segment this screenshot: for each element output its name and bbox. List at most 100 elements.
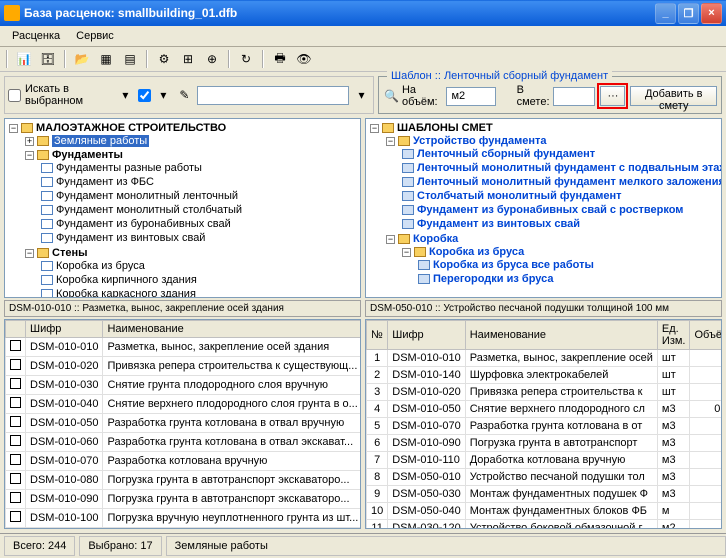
table-row[interactable]: DSM-010-100Погрузка вручную неуплотненно… [6,509,362,528]
table-row[interactable]: 2DSM-010-140Шурфовка электрокабелейшт [367,367,723,384]
menu-service[interactable]: Сервис [68,28,122,44]
add-to-estimate-button[interactable]: Добавить в смету [630,86,717,106]
tree-toggle[interactable]: − [386,137,395,146]
col-code[interactable]: Шифр [26,321,103,338]
col-vol[interactable]: Объём [690,321,722,350]
search-in-selected-checkbox[interactable] [8,89,21,102]
table-row[interactable]: DSM-010-050Разработка грунта котлована в… [6,414,362,433]
tree-item[interactable]: Фундамент из буронабивных свай с роствер… [417,204,683,216]
tree-toggle[interactable]: − [25,249,34,258]
table-row[interactable]: DSM-010-110Доработка котлована вручную [6,528,362,530]
find-icon[interactable]: 🔍 [383,86,400,106]
folder-open-icon[interactable]: 📂 [72,49,92,69]
table-row[interactable]: DSM-010-010Разметка, вынос, закрепление … [6,338,362,357]
left-tree[interactable]: −МАЛОЭТАЖНОЕ СТРОИТЕЛЬСТВО +Земляные раб… [4,118,361,298]
minimize-button[interactable]: _ [655,3,676,24]
tree-item[interactable]: Ленточный сборный фундамент [417,148,595,160]
row-checkbox[interactable] [10,340,21,351]
row-checkbox[interactable] [10,435,21,446]
copy-icon[interactable]: ⊞ [178,49,198,69]
wand-icon[interactable]: ✎ [176,85,193,105]
print-icon[interactable]: 🖶 [270,49,290,69]
search-input[interactable] [197,86,349,105]
tree-item[interactable]: Фундаменты разные работы [56,162,202,174]
table-row[interactable]: DSM-010-060Разработка грунта котлована в… [6,433,362,452]
tree-item[interactable]: Фундамент монолитный столбчатый [56,204,242,216]
table-row[interactable]: 8DSM-050-010Устройство песчаной подушки … [367,469,723,486]
tree-item[interactable]: Ленточный монолитный фундамент мелкого з… [417,176,722,188]
maximize-button[interactable]: ❐ [678,3,699,24]
estimate-input[interactable] [553,87,595,106]
close-button[interactable]: × [701,3,722,24]
table-row[interactable]: 9DSM-050-030Монтаж фундаментных подушек … [367,486,723,503]
tree-toggle[interactable]: + [25,137,34,146]
table-row[interactable]: DSM-010-030Снятие грунта плодородного сл… [6,376,362,395]
tree-item[interactable]: Фундамент монолитный ленточный [56,190,238,202]
col-num[interactable]: № [367,321,388,350]
row-checkbox[interactable] [10,511,21,522]
tree-toggle[interactable]: − [25,151,34,160]
table-row[interactable]: 10DSM-050-040Монтаж фундаментных блоков … [367,503,723,520]
add-icon[interactable]: ⊕ [202,49,222,69]
tree-item[interactable]: Коробка из бруса все работы [433,259,594,271]
right-tree[interactable]: −ШАБЛОНЫ СМЕТ −Устройство фундамента Лен… [365,118,722,298]
right-grid[interactable]: № Шифр Наименование Ед. Изм. Объём 1DSM-… [365,319,722,529]
menu-rate[interactable]: Расценка [4,28,68,44]
tree-item[interactable]: Столбчатый монолитный фундамент [417,190,622,202]
tree-item[interactable]: Фундамент из ФБС [56,176,154,188]
tree-item[interactable]: Коробка кирпичного здания [56,274,197,286]
gear-icon[interactable]: ⚙ [154,49,174,69]
row-checkbox[interactable] [10,473,21,484]
table-row[interactable]: DSM-010-080Погрузка грунта в автотранспо… [6,471,362,490]
tree-item[interactable]: Коробка каркасного здания [56,288,196,298]
table-row[interactable]: 5DSM-010-070Разработка грунта котлована … [367,418,723,435]
table-row[interactable]: DSM-010-070Разработка котлована вручную [6,452,362,471]
tree-item[interactable]: Фундамент из винтовых свай [417,218,580,230]
grid1-icon[interactable]: ▦ [96,49,116,69]
left-grid[interactable]: Шифр Наименование DSM-010-010Разметка, в… [4,319,361,529]
table-row[interactable]: 7DSM-010-110Доработка котлована вручнуюм… [367,452,723,469]
filter-checkbox[interactable] [138,89,151,102]
dots-button[interactable]: ··· [600,86,625,106]
tree-toggle[interactable]: − [402,248,411,257]
tree-toggle[interactable]: − [9,124,18,133]
table-row[interactable]: 1DSM-010-010Разметка, вынос, закрепление… [367,350,723,367]
table-row[interactable]: DSM-010-040Снятие верхнего плодородного … [6,395,362,414]
tree-item[interactable]: Коробка [413,233,458,245]
grid2-icon[interactable]: ▤ [120,49,140,69]
dropdown-icon[interactable]: ▾ [117,85,134,105]
preview-icon[interactable]: 👁 [294,49,314,69]
row-checkbox[interactable] [10,454,21,465]
table-row[interactable]: DSM-010-090Погрузка грунта в автотранспо… [6,490,362,509]
tree-item[interactable]: Фундаменты [52,149,123,161]
row-checkbox[interactable] [10,416,21,427]
tree-item[interactable]: Устройство фундамента [413,135,547,147]
chart-icon[interactable]: 📊 [14,49,34,69]
table-row[interactable]: 6DSM-010-090Погрузка грунта в автотрансп… [367,435,723,452]
row-checkbox[interactable] [10,359,21,370]
col-check[interactable] [6,321,26,338]
col-name[interactable]: Наименование [103,321,361,338]
db-icon[interactable]: 🗄 [38,49,58,69]
col-name[interactable]: Наименование [465,321,657,350]
row-checkbox[interactable] [10,492,21,503]
dropdown2-icon[interactable]: ▾ [155,85,172,105]
refresh-icon[interactable]: ↻ [236,49,256,69]
row-checkbox[interactable] [10,397,21,408]
col-unit[interactable]: Ед. Изм. [657,321,690,350]
tree-item[interactable]: Фундамент из буронабивных свай [56,218,231,230]
volume-input[interactable] [446,87,496,106]
tree-item[interactable]: Коробка из бруса [56,260,145,272]
col-code[interactable]: Шифр [388,321,465,350]
tree-toggle[interactable]: − [370,124,379,133]
tree-item[interactable]: Коробка из бруса [429,246,524,258]
table-row[interactable]: DSM-010-020Привязка репера строительства… [6,357,362,376]
row-checkbox[interactable] [10,378,21,389]
search-dropdown-icon[interactable]: ▾ [353,85,370,105]
tree-item[interactable]: Ленточный монолитный фундамент с подваль… [417,162,722,174]
table-row[interactable]: 3DSM-010-020Привязка репера строительств… [367,384,723,401]
tree-item[interactable]: Стены [52,247,88,259]
tree-item[interactable]: Перегородки из бруса [433,273,553,285]
tree-item[interactable]: Фундамент из винтовых свай [56,232,205,244]
tree-toggle[interactable]: − [386,235,395,244]
